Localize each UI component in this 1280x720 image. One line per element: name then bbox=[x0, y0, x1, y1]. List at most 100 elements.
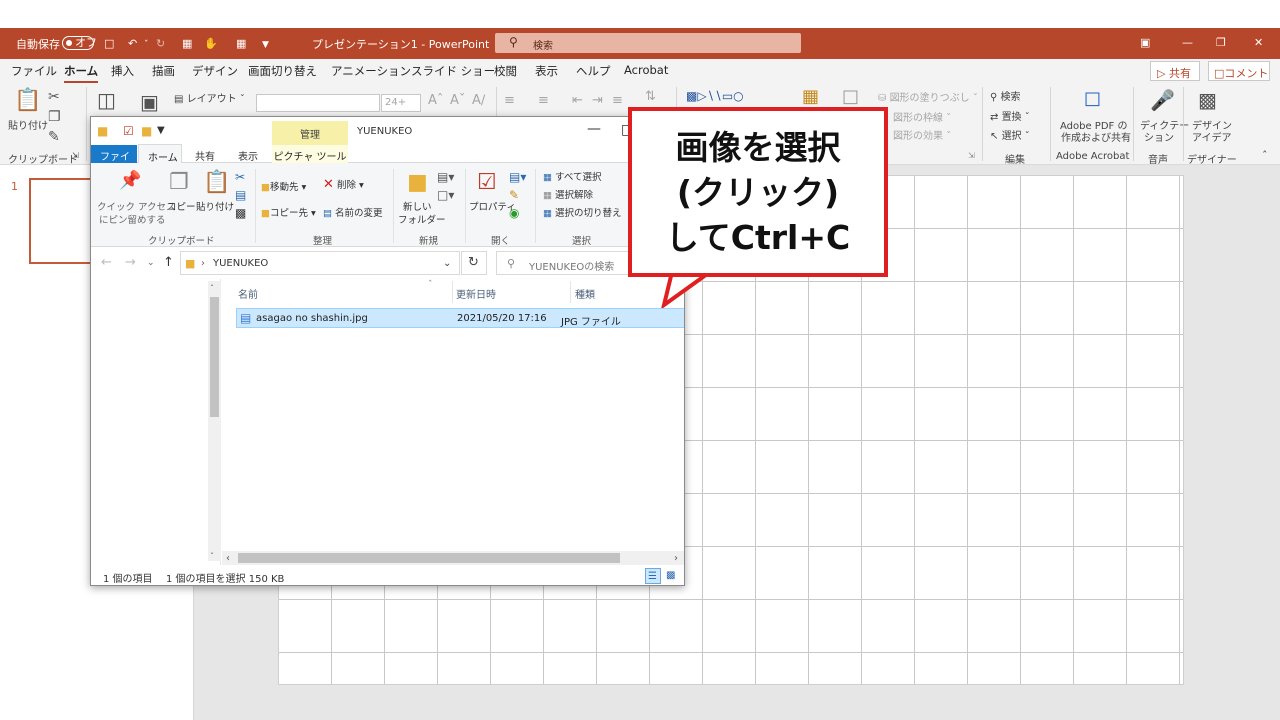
redo-icon[interactable]: ↻ bbox=[156, 36, 165, 52]
tab-review[interactable]: 校閲 bbox=[494, 63, 517, 79]
undo-icon[interactable]: ↶ bbox=[128, 36, 137, 52]
select-none-button[interactable]: ▦ 選択解除 bbox=[543, 187, 593, 201]
designer-icon[interactable]: ▩ bbox=[1198, 89, 1217, 111]
delete-button[interactable]: ✕ 削除 ▾ bbox=[323, 177, 364, 192]
refresh-button[interactable]: ↻ bbox=[461, 251, 487, 275]
autosave-toggle[interactable]: オフ bbox=[62, 36, 97, 50]
tab-design[interactable]: デザイン bbox=[192, 63, 238, 79]
explorer-tab-view[interactable]: 表示 bbox=[238, 148, 258, 163]
tab-home[interactable]: ホーム bbox=[64, 63, 99, 83]
numbering-icon[interactable]: ≡ bbox=[538, 93, 549, 108]
address-dropdown-icon[interactable]: ⌄ bbox=[443, 256, 451, 272]
save-icon[interactable]: □ bbox=[104, 36, 114, 52]
properties-qat-icon[interactable]: ☑ bbox=[123, 123, 134, 139]
details-view-button[interactable]: ☰ bbox=[645, 568, 661, 584]
explorer-minimize-icon[interactable]: — bbox=[587, 121, 601, 137]
tab-acrobat[interactable]: Acrobat bbox=[624, 63, 668, 77]
collapse-ribbon-icon[interactable]: ˆ bbox=[1262, 149, 1268, 162]
tab-insert[interactable]: 挿入 bbox=[111, 63, 134, 79]
scroll-down-icon[interactable]: ˇ bbox=[210, 549, 214, 565]
scroll-up-icon[interactable]: ˆ bbox=[210, 281, 214, 297]
ppt-search-box[interactable]: ⚲ 検索 bbox=[495, 33, 801, 53]
column-separator[interactable] bbox=[452, 281, 453, 303]
tab-view[interactable]: 表示 bbox=[535, 63, 558, 79]
paste-icon[interactable]: 📋 bbox=[203, 171, 230, 195]
undo-dropdown-icon[interactable]: ˇ bbox=[144, 37, 149, 53]
replace-button[interactable]: ⇄ 置換 ˇ bbox=[990, 108, 1030, 123]
copy-path-icon[interactable]: ▤ bbox=[235, 187, 246, 203]
drawing-launcher-icon[interactable]: ⇲ bbox=[968, 151, 975, 160]
invert-selection-button[interactable]: ▦ 選択の切り替え bbox=[543, 205, 622, 219]
copy-label[interactable]: コピー bbox=[167, 199, 196, 213]
line-spacing-icon[interactable]: ≡ bbox=[612, 93, 623, 108]
dictation-label-2[interactable]: ション bbox=[1144, 129, 1174, 144]
properties-icon[interactable]: ☑ bbox=[477, 171, 497, 195]
touch-mode-icon[interactable]: ✋ bbox=[204, 36, 218, 52]
paste-label[interactable]: 貼り付け bbox=[196, 199, 234, 213]
paste-shortcut-icon[interactable]: ▩ bbox=[235, 205, 246, 221]
font-size-box[interactable]: 24+ bbox=[381, 94, 421, 112]
quick-access-extra-icon[interactable]: ▦ bbox=[236, 36, 246, 52]
copy-icon[interactable]: ❐ bbox=[48, 109, 61, 125]
microphone-icon[interactable]: 🎤 bbox=[1150, 89, 1175, 111]
new-folder-label-1[interactable]: 新しい bbox=[403, 199, 432, 213]
new-folder-label-2[interactable]: フォルダー bbox=[398, 212, 446, 226]
new-slide-icon[interactable]: ◫ bbox=[97, 89, 116, 111]
find-button[interactable]: ⚲ 検索 bbox=[990, 88, 1021, 103]
cut-icon[interactable]: ✂ bbox=[235, 169, 245, 185]
font-name-box[interactable] bbox=[256, 94, 380, 112]
slideshow-from-start-icon[interactable]: ▦ bbox=[182, 36, 192, 52]
rename-button[interactable]: ▤ 名前の変更 bbox=[323, 205, 383, 219]
select-all-button[interactable]: ▦ すべて選択 bbox=[543, 169, 601, 183]
tab-slideshow[interactable]: スライド ショー bbox=[411, 63, 495, 79]
share-button[interactable]: ▷ 共有 bbox=[1150, 61, 1200, 81]
arrange-icon[interactable]: ▦ bbox=[802, 88, 819, 106]
history-icon[interactable]: ◉ bbox=[509, 205, 519, 221]
nav-scroll-thumb[interactable] bbox=[210, 297, 219, 417]
clear-format-icon[interactable]: A∕ bbox=[472, 93, 485, 108]
customize-qat-icon[interactable]: ▼ bbox=[157, 123, 165, 139]
designer-label-2[interactable]: アイデア bbox=[1192, 129, 1232, 144]
copy-to-button[interactable]: ■コピー先 ▾ bbox=[261, 205, 316, 219]
navigation-pane[interactable]: ˆ ˇ bbox=[91, 279, 221, 565]
move-to-button[interactable]: ■移動先 ▾ bbox=[261, 179, 306, 193]
tab-transitions[interactable]: 画面切り替え bbox=[248, 63, 317, 79]
tab-animations[interactable]: アニメーション bbox=[331, 63, 411, 79]
pin-icon[interactable]: 📌 bbox=[119, 172, 141, 190]
tab-draw[interactable]: 描画 bbox=[152, 63, 175, 79]
column-header-name[interactable]: 名前 bbox=[238, 286, 258, 301]
paste-icon[interactable]: 📋 bbox=[14, 89, 41, 113]
address-box[interactable]: ■ › YUENUKEO ⌄ bbox=[180, 251, 460, 275]
explorer-tab-share[interactable]: 共有 bbox=[195, 148, 215, 163]
restore-icon[interactable]: ❐ bbox=[1216, 36, 1226, 49]
column-header-type[interactable]: 種類 bbox=[575, 286, 595, 301]
explorer-tab-home[interactable]: ホーム bbox=[138, 144, 182, 164]
explorer-tab-file[interactable]: ファイル bbox=[91, 145, 137, 178]
close-icon[interactable]: ✕ bbox=[1254, 36, 1263, 49]
up-icon[interactable]: ↑ bbox=[163, 255, 174, 271]
nav-scrollbar[interactable]: ˆ ˇ bbox=[208, 281, 221, 561]
copy-icon[interactable]: ❐ bbox=[169, 171, 189, 195]
horizontal-scrollbar[interactable]: ‹ › bbox=[222, 551, 684, 565]
cut-icon[interactable]: ✂ bbox=[48, 89, 60, 105]
easy-access-icon[interactable]: □▾ bbox=[437, 187, 454, 203]
format-painter-icon[interactable]: ✎ bbox=[48, 129, 60, 145]
shape-outline-button[interactable]: 図形の枠線 ˇ bbox=[893, 109, 951, 124]
tab-help[interactable]: ヘルプ bbox=[576, 63, 611, 79]
large-icons-view-button[interactable]: ▩ bbox=[664, 568, 680, 584]
increase-font-icon[interactable]: Aˆ bbox=[428, 93, 443, 108]
text-direction-icon[interactable]: ⇅ bbox=[645, 89, 656, 104]
reuse-slides-icon[interactable]: ▣ bbox=[140, 91, 159, 113]
explorer-tab-picture-tools[interactable]: ピクチャ ツール bbox=[272, 145, 348, 163]
decrease-font-icon[interactable]: Aˇ bbox=[450, 93, 465, 108]
file-row[interactable]: ▤ asagao no shashin.jpg 2021/05/20 17:16… bbox=[236, 308, 684, 328]
increase-indent-icon[interactable]: ⇥ bbox=[592, 93, 603, 108]
shapes-gallery-icon[interactable]: ▩▷∖∖▭○ bbox=[686, 89, 744, 103]
minimize-icon[interactable]: — bbox=[1182, 36, 1193, 49]
select-button[interactable]: ↖ 選択 ˇ bbox=[990, 127, 1030, 142]
clipboard-launcher-icon[interactable]: ⇲ bbox=[72, 151, 79, 160]
decrease-indent-icon[interactable]: ⇤ bbox=[572, 93, 583, 108]
adobe-pdf-icon[interactable]: □ bbox=[1084, 90, 1101, 108]
new-item-icon[interactable]: ▤▾ bbox=[437, 169, 454, 185]
file-list[interactable]: 名前 ˆ 更新日時 種類 ▤ asagao no shashin.jpg 202… bbox=[222, 279, 684, 565]
